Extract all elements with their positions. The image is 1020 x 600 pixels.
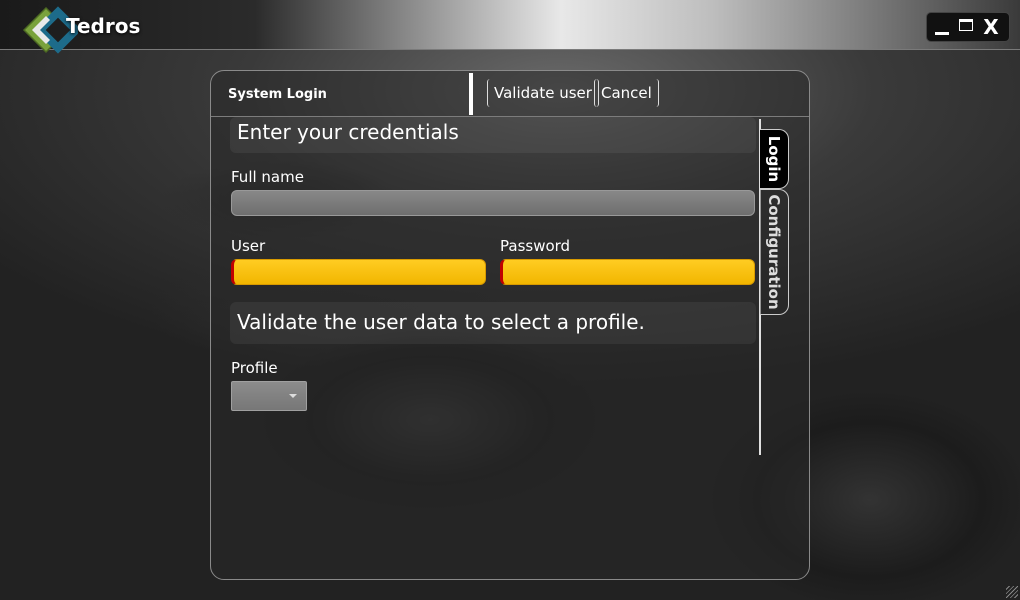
login-panel: System Login Validate user Cancel Enter … [210,70,810,580]
app-title: Tedros [66,14,141,38]
password-field[interactable] [500,259,755,285]
maximize-button[interactable] [957,15,975,37]
credentials-heading: Enter your credentials [230,117,756,153]
panel-title: System Login [228,87,327,102]
profile-select[interactable] [231,381,307,411]
tab-login[interactable]: Login [760,129,789,189]
full-name-label: Full name [231,168,304,186]
cancel-button[interactable]: Cancel [594,79,659,107]
tab-configuration-label: Configuration [765,194,783,310]
window-controls: X [926,12,1010,42]
header-divider [469,73,473,115]
title-bar: Tedros X [0,0,1020,54]
close-button[interactable]: X [979,15,1003,39]
validate-user-button[interactable]: Validate user [487,79,599,107]
login-form: Enter your credentials Full name User Pa… [211,117,771,572]
full-name-field[interactable] [231,190,755,216]
user-field[interactable] [231,259,486,285]
resize-grip-icon[interactable] [1006,586,1018,598]
tab-configuration[interactable]: Configuration [760,189,789,315]
profile-heading: Validate the user data to select a profi… [230,302,756,344]
minimize-button[interactable] [933,15,951,37]
profile-label: Profile [231,359,278,377]
user-label: User [231,237,266,255]
panel-header: System Login Validate user Cancel [211,71,809,117]
tab-login-label: Login [765,135,783,183]
chevron-down-icon [289,394,297,398]
password-label: Password [500,237,571,255]
